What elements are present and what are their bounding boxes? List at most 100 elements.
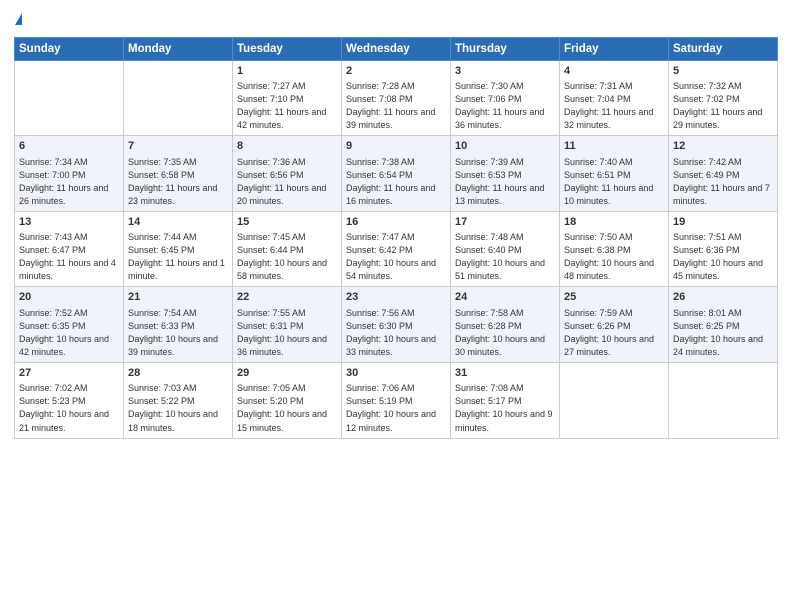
calendar-cell: 17Sunrise: 7:48 AM Sunset: 6:40 PM Dayli…: [451, 211, 560, 287]
col-header-friday: Friday: [560, 37, 669, 60]
day-info: Sunrise: 7:35 AM Sunset: 6:58 PM Dayligh…: [128, 156, 228, 208]
day-info: Sunrise: 8:01 AM Sunset: 6:25 PM Dayligh…: [673, 307, 773, 359]
day-info: Sunrise: 7:44 AM Sunset: 6:45 PM Dayligh…: [128, 231, 228, 283]
day-info: Sunrise: 7:03 AM Sunset: 5:22 PM Dayligh…: [128, 382, 228, 434]
day-number: 20: [19, 290, 119, 305]
day-info: Sunrise: 7:52 AM Sunset: 6:35 PM Dayligh…: [19, 307, 119, 359]
col-header-thursday: Thursday: [451, 37, 560, 60]
day-info: Sunrise: 7:30 AM Sunset: 7:06 PM Dayligh…: [455, 80, 555, 132]
week-row-3: 13Sunrise: 7:43 AM Sunset: 6:47 PM Dayli…: [15, 211, 778, 287]
day-info: Sunrise: 7:34 AM Sunset: 7:00 PM Dayligh…: [19, 156, 119, 208]
day-info: Sunrise: 7:28 AM Sunset: 7:08 PM Dayligh…: [346, 80, 446, 132]
calendar-cell: 11 Sunrise: 7:40 AM Sunset: 6:51 PM Dayli…: [560, 136, 669, 212]
day-number: 19: [673, 215, 773, 230]
col-header-wednesday: Wednesday: [342, 37, 451, 60]
day-info: Sunrise: 7:45 AM Sunset: 6:44 PM Dayligh…: [237, 231, 337, 283]
day-number: 29: [237, 366, 337, 381]
calendar-cell: 4Sunrise: 7:31 AM Sunset: 7:04 PM Daylig…: [560, 60, 669, 136]
calendar-cell: 15Sunrise: 7:45 AM Sunset: 6:44 PM Dayli…: [233, 211, 342, 287]
calendar-cell: [15, 60, 124, 136]
day-info: Sunrise: 7:55 AM Sunset: 6:31 PM Dayligh…: [237, 307, 337, 359]
day-info: Sunrise: 7:08 AM Sunset: 5:17 PM Dayligh…: [455, 382, 555, 434]
calendar-cell: 2Sunrise: 7:28 AM Sunset: 7:08 PM Daylig…: [342, 60, 451, 136]
calendar-cell: 23Sunrise: 7:56 AM Sunset: 6:30 PM Dayli…: [342, 287, 451, 363]
page-container: SundayMondayTuesdayWednesdayThursdayFrid…: [0, 0, 792, 447]
day-number: 22: [237, 290, 337, 305]
day-info: Sunrise: 7:39 AM Sunset: 6:53 PM Dayligh…: [455, 156, 555, 208]
calendar-cell: 16Sunrise: 7:47 AM Sunset: 6:42 PM Dayli…: [342, 211, 451, 287]
day-info: Sunrise: 7:05 AM Sunset: 5:20 PM Dayligh…: [237, 382, 337, 434]
day-number: 4: [564, 64, 664, 79]
day-number: 3: [455, 64, 555, 79]
calendar-cell: 5Sunrise: 7:32 AM Sunset: 7:02 PM Daylig…: [669, 60, 778, 136]
page-header: [14, 10, 778, 29]
calendar-cell: 1Sunrise: 7:27 AM Sunset: 7:10 PM Daylig…: [233, 60, 342, 136]
day-info: Sunrise: 7:43 AM Sunset: 6:47 PM Dayligh…: [19, 231, 119, 283]
day-number: 10: [455, 139, 555, 154]
day-info: Sunrise: 7:54 AM Sunset: 6:33 PM Dayligh…: [128, 307, 228, 359]
day-number: 18: [564, 215, 664, 230]
day-number: 21: [128, 290, 228, 305]
day-number: 1: [237, 64, 337, 79]
calendar-cell: 13Sunrise: 7:43 AM Sunset: 6:47 PM Dayli…: [15, 211, 124, 287]
day-info: Sunrise: 7:27 AM Sunset: 7:10 PM Dayligh…: [237, 80, 337, 132]
day-number: 30: [346, 366, 446, 381]
calendar-cell: 27Sunrise: 7:02 AM Sunset: 5:23 PM Dayli…: [15, 363, 124, 439]
calendar-cell: 28Sunrise: 7:03 AM Sunset: 5:22 PM Dayli…: [124, 363, 233, 439]
week-row-4: 20 Sunrise: 7:52 AM Sunset: 6:35 PM Dayli…: [15, 287, 778, 363]
day-number: 25: [564, 290, 664, 305]
calendar-cell: 22 Sunrise: 7:55 AM Sunset: 6:31 PM Dayli…: [233, 287, 342, 363]
calendar-cell: [669, 363, 778, 439]
day-info: Sunrise: 7:40 AM Sunset: 6:51 PM Dayligh…: [564, 156, 664, 208]
calendar-table: SundayMondayTuesdayWednesdayThursdayFrid…: [14, 37, 778, 439]
day-number: 6: [19, 139, 119, 154]
day-info: Sunrise: 7:02 AM Sunset: 5:23 PM Dayligh…: [19, 382, 119, 434]
day-number: 11: [564, 139, 664, 154]
day-info: Sunrise: 7:31 AM Sunset: 7:04 PM Dayligh…: [564, 80, 664, 132]
calendar-cell: 24 Sunrise: 7:58 AM Sunset: 6:28 PM Dayli…: [451, 287, 560, 363]
day-number: 15: [237, 215, 337, 230]
calendar-cell: 9 Sunrise: 7:38 AM Sunset: 6:54 PM Daylig…: [342, 136, 451, 212]
col-header-sunday: Sunday: [15, 37, 124, 60]
col-header-monday: Monday: [124, 37, 233, 60]
day-number: 9: [346, 139, 446, 154]
calendar-cell: 6 Sunrise: 7:34 AM Sunset: 7:00 PM Daylig…: [15, 136, 124, 212]
day-info: Sunrise: 7:32 AM Sunset: 7:02 PM Dayligh…: [673, 80, 773, 132]
logo: [14, 10, 22, 29]
day-number: 5: [673, 64, 773, 79]
week-row-5: 27Sunrise: 7:02 AM Sunset: 5:23 PM Dayli…: [15, 363, 778, 439]
day-info: Sunrise: 7:58 AM Sunset: 6:28 PM Dayligh…: [455, 307, 555, 359]
calendar-cell: 12 Sunrise: 7:42 AM Sunset: 6:49 PM Dayli…: [669, 136, 778, 212]
day-number: 2: [346, 64, 446, 79]
col-header-saturday: Saturday: [669, 37, 778, 60]
day-info: Sunrise: 7:38 AM Sunset: 6:54 PM Dayligh…: [346, 156, 446, 208]
calendar-cell: [560, 363, 669, 439]
calendar-cell: 3Sunrise: 7:30 AM Sunset: 7:06 PM Daylig…: [451, 60, 560, 136]
calendar-cell: 31Sunrise: 7:08 AM Sunset: 5:17 PM Dayli…: [451, 363, 560, 439]
day-number: 28: [128, 366, 228, 381]
col-header-tuesday: Tuesday: [233, 37, 342, 60]
calendar-cell: 26Sunrise: 8:01 AM Sunset: 6:25 PM Dayli…: [669, 287, 778, 363]
day-info: Sunrise: 7:36 AM Sunset: 6:56 PM Dayligh…: [237, 156, 337, 208]
calendar-cell: [124, 60, 233, 136]
day-number: 17: [455, 215, 555, 230]
day-info: Sunrise: 7:59 AM Sunset: 6:26 PM Dayligh…: [564, 307, 664, 359]
week-row-2: 6 Sunrise: 7:34 AM Sunset: 7:00 PM Daylig…: [15, 136, 778, 212]
day-number: 24: [455, 290, 555, 305]
calendar-cell: 10 Sunrise: 7:39 AM Sunset: 6:53 PM Dayli…: [451, 136, 560, 212]
day-info: Sunrise: 7:06 AM Sunset: 5:19 PM Dayligh…: [346, 382, 446, 434]
calendar-cell: 20 Sunrise: 7:52 AM Sunset: 6:35 PM Dayli…: [15, 287, 124, 363]
day-info: Sunrise: 7:48 AM Sunset: 6:40 PM Dayligh…: [455, 231, 555, 283]
day-number: 23: [346, 290, 446, 305]
day-number: 8: [237, 139, 337, 154]
day-info: Sunrise: 7:42 AM Sunset: 6:49 PM Dayligh…: [673, 156, 773, 208]
calendar-cell: 14Sunrise: 7:44 AM Sunset: 6:45 PM Dayli…: [124, 211, 233, 287]
week-row-1: 1Sunrise: 7:27 AM Sunset: 7:10 PM Daylig…: [15, 60, 778, 136]
day-number: 14: [128, 215, 228, 230]
calendar-cell: 30Sunrise: 7:06 AM Sunset: 5:19 PM Dayli…: [342, 363, 451, 439]
day-number: 27: [19, 366, 119, 381]
day-number: 12: [673, 139, 773, 154]
day-number: 31: [455, 366, 555, 381]
day-number: 7: [128, 139, 228, 154]
day-number: 16: [346, 215, 446, 230]
